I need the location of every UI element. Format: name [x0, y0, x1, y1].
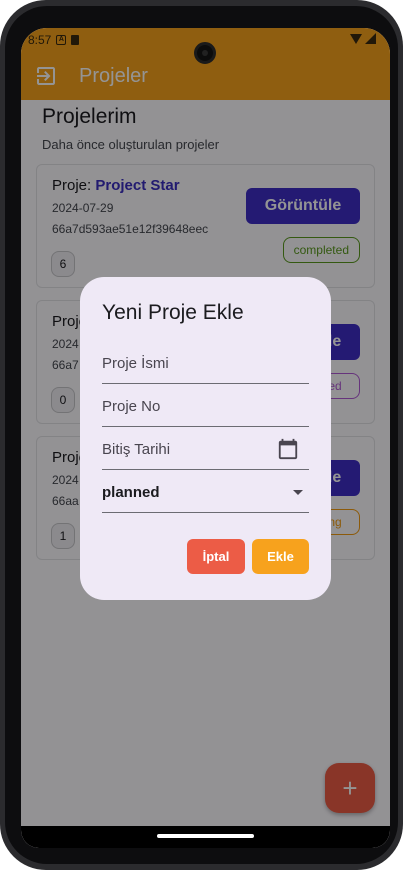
new-project-dialog: Yeni Proje Ekle Proje İsmi Proje No Biti…: [80, 277, 331, 600]
dropdown-arrow-icon: [293, 490, 303, 495]
project-name-field[interactable]: Proje İsmi: [102, 341, 309, 384]
end-date-field[interactable]: Bitiş Tarihi: [102, 427, 309, 470]
phone-frame: 8:57 A Projeler Projelerim Daha önce olu…: [0, 0, 403, 870]
screen: 8:57 A Projeler Projelerim Daha önce olu…: [21, 28, 390, 848]
project-no-label: Proje No: [102, 398, 161, 415]
status-dropdown[interactable]: planned: [102, 470, 309, 513]
home-handle[interactable]: [157, 834, 254, 838]
dialog-title: Yeni Proje Ekle: [102, 301, 244, 324]
cancel-button[interactable]: İptal: [187, 539, 245, 574]
project-no-field[interactable]: Proje No: [102, 384, 309, 427]
status-dropdown-value: planned: [102, 484, 160, 501]
add-button[interactable]: Ekle: [252, 539, 309, 574]
project-name-label: Proje İsmi: [102, 355, 169, 372]
calendar-icon[interactable]: [277, 438, 299, 460]
end-date-label: Bitiş Tarihi: [102, 441, 171, 458]
system-nav-bar: [21, 826, 390, 848]
phone-bezel: 8:57 A Projeler Projelerim Daha önce olu…: [5, 6, 398, 864]
